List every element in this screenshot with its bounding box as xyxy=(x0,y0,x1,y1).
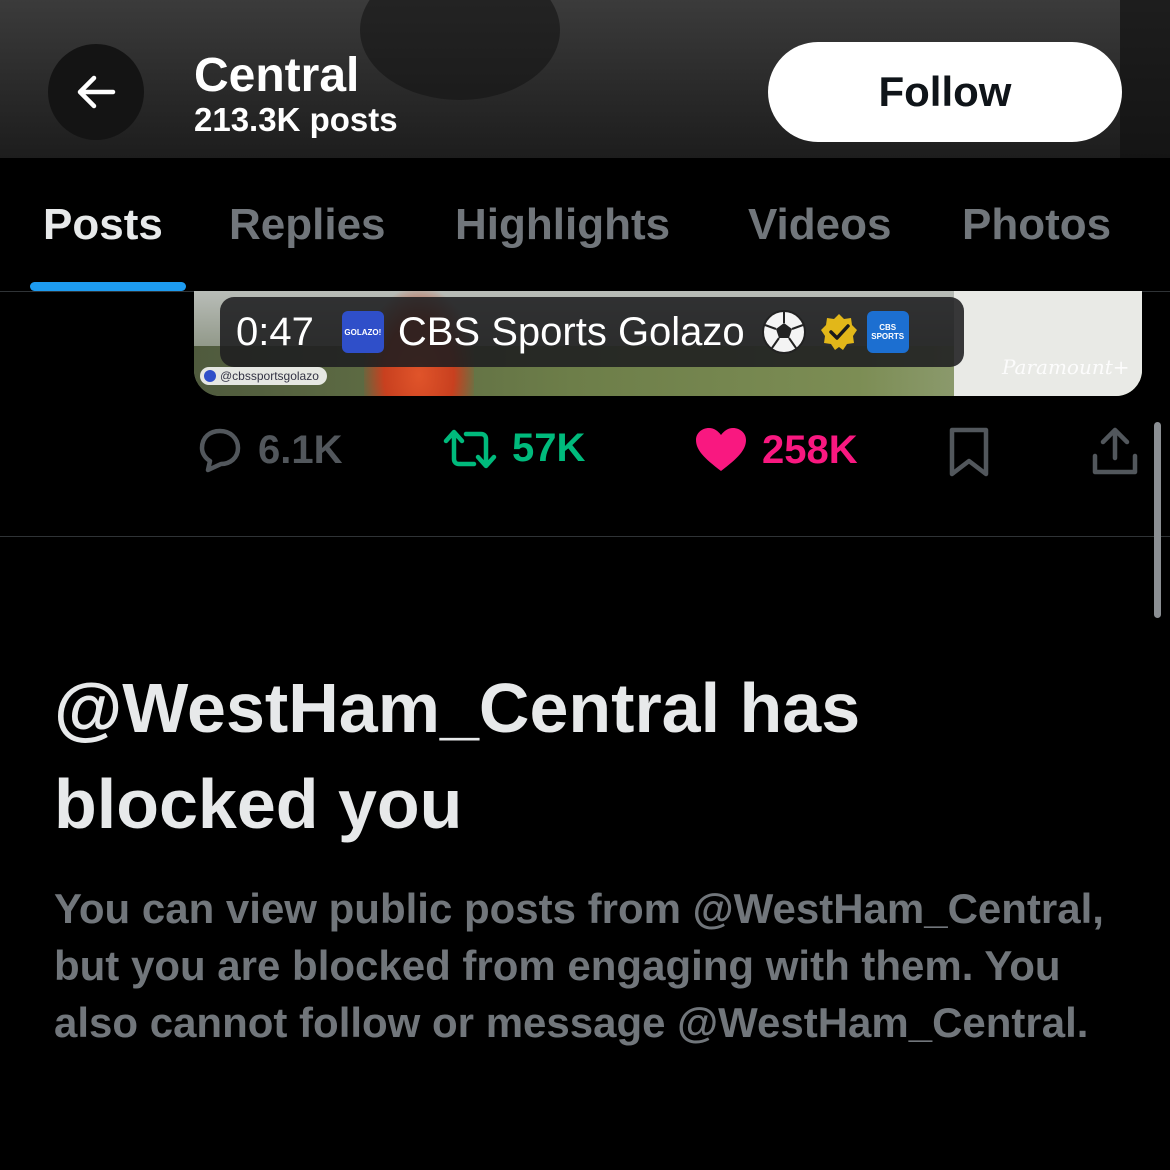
repost-count: 57K xyxy=(512,426,586,470)
back-button[interactable] xyxy=(48,44,144,140)
repost-icon xyxy=(443,429,497,468)
post-divider xyxy=(0,536,1170,537)
profile-name: Central xyxy=(194,49,360,102)
banner-image-shadow xyxy=(360,0,560,100)
paramount-watermark: Paramount+ xyxy=(1002,355,1130,379)
tab-highlights[interactable]: Highlights xyxy=(455,200,670,250)
active-tab-indicator xyxy=(30,282,186,291)
video-info-overlay: 0:47 GOLAZO! CBS Sports Golazo CBS SPORT… xyxy=(220,297,964,367)
follow-button[interactable]: Follow xyxy=(768,42,1122,142)
scrollbar[interactable] xyxy=(1154,422,1161,618)
tab-photos[interactable]: Photos xyxy=(962,200,1111,250)
blocked-description: You can view public posts from @WestHam_… xyxy=(54,885,1104,1046)
reply-count: 6.1K xyxy=(258,427,343,472)
post-action-bar: 6.1K 57K 258K xyxy=(0,400,1170,500)
verified-badge-icon xyxy=(820,314,857,350)
golazo-watermark-icon xyxy=(204,370,216,382)
share-upload-icon xyxy=(1092,427,1138,475)
tab-videos[interactable]: Videos xyxy=(748,200,891,250)
watermark-handle: @cbssportsgolazo xyxy=(220,369,319,383)
video-frame-board xyxy=(954,291,1142,396)
like-count: 258K xyxy=(762,427,858,472)
bookmark-button[interactable] xyxy=(946,426,992,478)
like-button[interactable]: 258K xyxy=(694,426,858,474)
golazo-logo-icon: GOLAZO! xyxy=(341,311,384,353)
video-duration: 0:47 xyxy=(236,309,314,354)
blocked-title: @WestHam_Central has blocked you xyxy=(54,669,861,843)
video-watermark: @cbssportsgolazo xyxy=(200,367,327,385)
soccer-ball-icon xyxy=(761,310,806,354)
tab-replies[interactable]: Replies xyxy=(229,200,386,250)
reply-bubble-icon xyxy=(199,428,241,473)
bookmark-icon xyxy=(949,427,989,477)
video-player[interactable]: 0:47 GOLAZO! CBS Sports Golazo CBS SPORT… xyxy=(194,291,1142,396)
share-button[interactable] xyxy=(1090,426,1140,478)
reply-button[interactable]: 6.1K xyxy=(194,426,343,474)
post-count: 213.3K posts xyxy=(194,101,398,138)
banner-image-edge xyxy=(1120,0,1170,158)
tab-posts[interactable]: Posts xyxy=(43,200,163,250)
arrow-left-icon xyxy=(77,75,116,109)
repost-button[interactable]: 57K xyxy=(442,426,585,471)
heart-icon xyxy=(696,428,746,471)
profile-header: Central 213.3K posts Follow xyxy=(0,0,1170,158)
profile-tabs: Posts Replies Highlights Videos Photos xyxy=(0,158,1170,292)
video-channel-name: CBS Sports Golazo xyxy=(397,309,745,354)
cbs-sports-logo-icon: CBS SPORTS xyxy=(866,311,909,353)
